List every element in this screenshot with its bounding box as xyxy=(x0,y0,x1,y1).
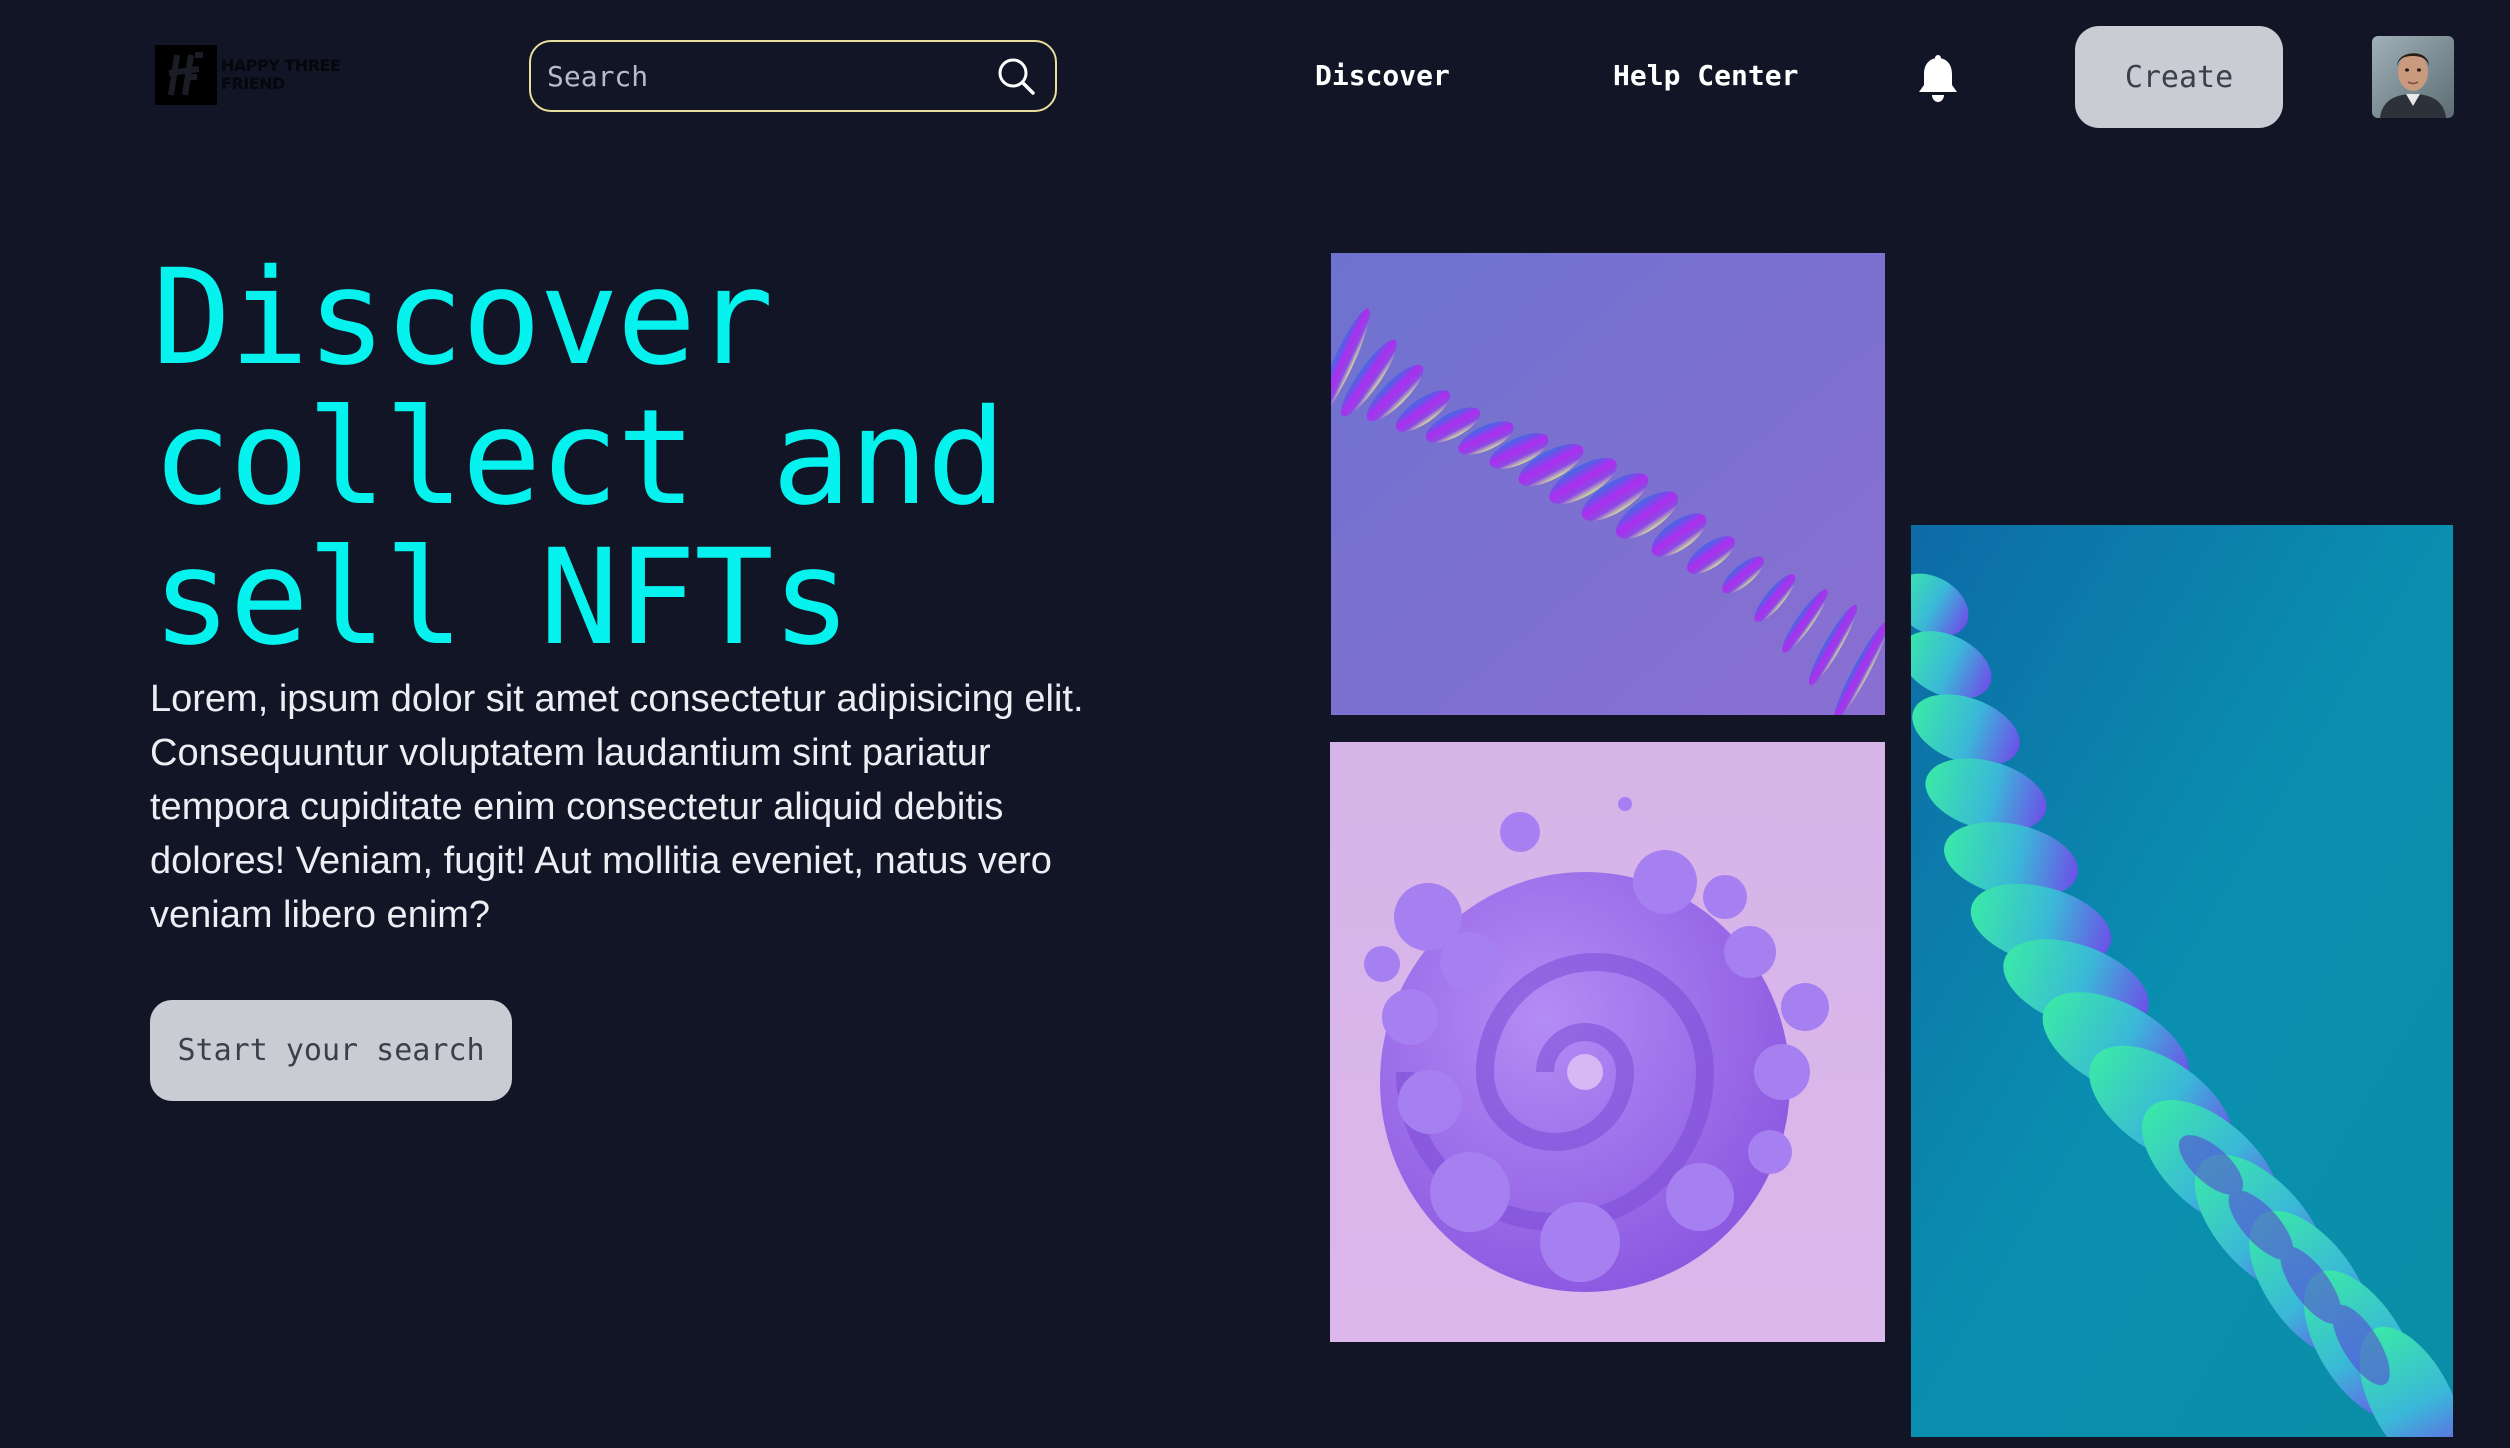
user-avatar[interactable] xyxy=(2372,36,2454,118)
nav-link-help-center[interactable]: Help Center xyxy=(1613,56,1798,96)
hero-title-line2: collect and xyxy=(152,381,1006,535)
ribbon-image xyxy=(1331,253,1885,715)
brand-logo[interactable]: HAPPY THREE FRIEND xyxy=(155,44,355,106)
search-input[interactable] xyxy=(547,59,995,93)
brand-name-line2: FRIEND xyxy=(221,74,285,93)
nav-link-discover[interactable]: Discover xyxy=(1315,56,1450,96)
brand-name-line1: HAPPY THREE xyxy=(221,56,341,75)
lavender-swirl-artwork[interactable] xyxy=(1330,742,1885,1342)
landing-page: HAPPY THREE FRIEND Discover Help Center … xyxy=(0,0,2510,1448)
start-search-button[interactable]: Start your search xyxy=(150,1000,512,1101)
bell-icon[interactable] xyxy=(1915,54,1961,104)
create-button[interactable]: Create xyxy=(2075,26,2283,128)
hero-title-line1: Discover xyxy=(152,241,774,395)
search-bar xyxy=(529,40,1057,112)
search-icon[interactable] xyxy=(995,55,1037,97)
hero-title: Discover collect and sell NFTs xyxy=(152,248,1152,668)
teal-wave-artwork[interactable] xyxy=(1911,525,2453,1437)
purple-ribbon-artwork[interactable] xyxy=(1331,253,1885,715)
logo-h-icon xyxy=(157,47,215,103)
swirl-image xyxy=(1330,742,1885,1342)
hero-description: Lorem, ipsum dolor sit amet consectetur … xyxy=(150,678,1084,936)
wave-image xyxy=(1911,525,2453,1437)
hero-title-line3: sell NFTs xyxy=(152,521,851,675)
avatar-image xyxy=(2372,36,2454,118)
logo-mark-icon xyxy=(155,45,217,105)
brand-name: HAPPY THREE FRIEND xyxy=(221,56,341,93)
